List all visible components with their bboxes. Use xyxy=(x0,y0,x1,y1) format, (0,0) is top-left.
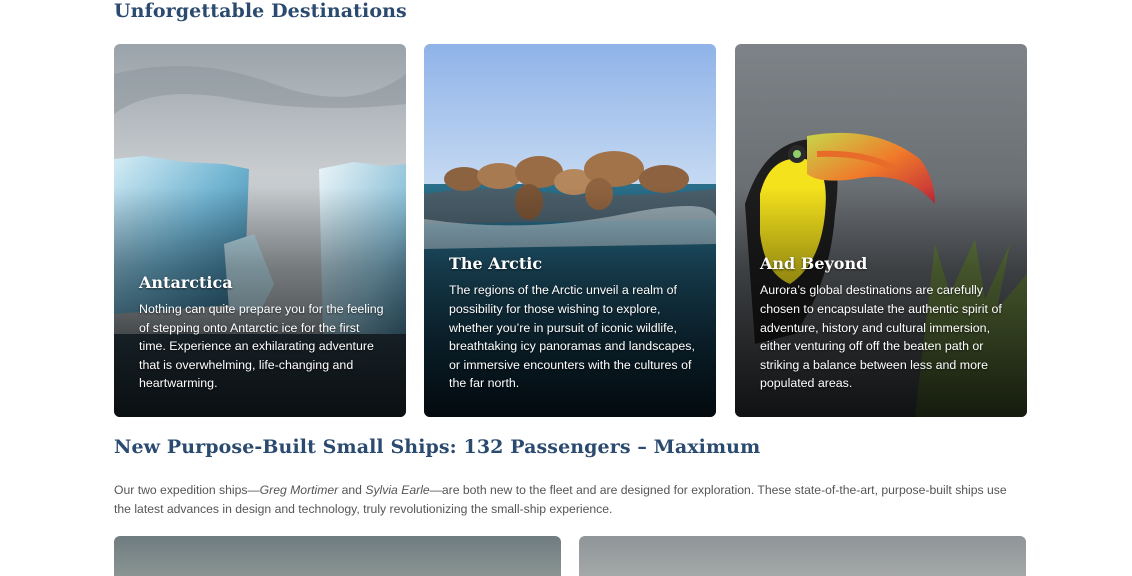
intro-text: Our two expedition ships— xyxy=(114,483,260,497)
intro-text: and xyxy=(338,483,366,497)
destination-card-antarctica[interactable]: Antarctica Nothing can quite prepare you… xyxy=(114,44,406,417)
section-heading-destinations: Unforgettable Destinations xyxy=(114,0,407,22)
ship-name: Sylvia Earle xyxy=(365,483,430,497)
card-title: And Beyond xyxy=(760,254,868,274)
ship-image-card[interactable] xyxy=(579,536,1026,576)
destination-card-beyond[interactable]: And Beyond Aurora’s global destinations … xyxy=(735,44,1027,417)
ship-name: Greg Mortimer xyxy=(259,483,339,497)
ships-intro-paragraph: Our two expedition ships—Greg Mortimer a… xyxy=(114,481,1014,518)
card-title: Antarctica xyxy=(139,273,233,293)
ship-image-card[interactable] xyxy=(114,536,561,576)
card-text: Nothing can quite prepare you for the fe… xyxy=(139,302,384,391)
card-title: The Arctic xyxy=(449,254,543,274)
destination-card-arctic[interactable]: The Arctic The regions of the Arctic unv… xyxy=(424,44,716,417)
section-heading-ships: New Purpose-Built Small Ships: 132 Passe… xyxy=(114,436,761,458)
card-text: Aurora’s global destinations are careful… xyxy=(760,283,1002,391)
card-text: The regions of the Arctic unveil a realm… xyxy=(449,283,695,391)
